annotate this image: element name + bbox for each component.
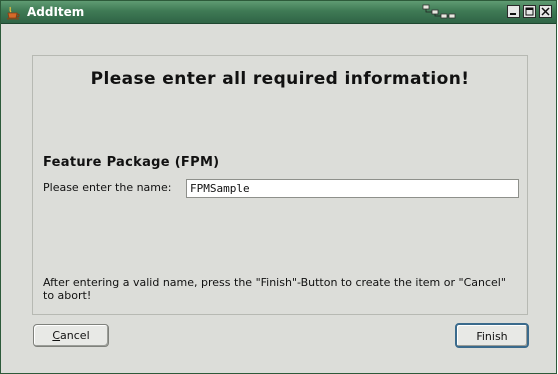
content-panel: Please enter all required information! F… <box>32 55 528 315</box>
title-bar[interactable]: AddItem <box>1 1 556 24</box>
close-icon <box>541 7 550 16</box>
section-title: Feature Package (FPM) <box>43 155 220 170</box>
minimize-icon <box>510 13 516 15</box>
name-input[interactable] <box>186 179 519 198</box>
close-button[interactable] <box>539 5 552 18</box>
java-cup-icon <box>6 5 22 20</box>
finish-button[interactable]: Finish <box>455 323 529 348</box>
cancel-button[interactable]: Cancel <box>33 324 109 347</box>
page-title: Please enter all required information! <box>90 69 470 89</box>
instruction-text: After entering a valid name, press the "… <box>43 276 506 302</box>
minimize-button[interactable] <box>507 5 520 18</box>
maximize-icon <box>525 7 534 16</box>
network-icon <box>422 3 456 21</box>
name-label: Please enter the name: <box>43 181 172 194</box>
window-title: AddItem <box>27 5 85 19</box>
maximize-button[interactable] <box>523 5 536 18</box>
additem-window: AddItem Please enter all required inform… <box>0 0 557 374</box>
